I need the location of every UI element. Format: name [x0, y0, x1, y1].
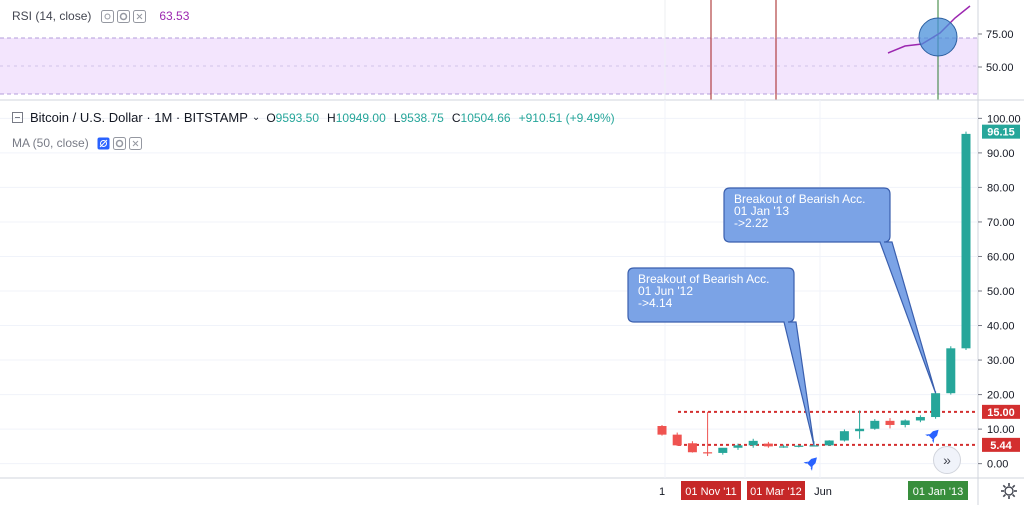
- current-price-label: 96.15: [987, 127, 1015, 139]
- gear-icon[interactable]: [1000, 482, 1018, 500]
- annotation-text: ->2.22: [734, 216, 769, 230]
- horizontal-line-label: 5.44: [990, 440, 1012, 452]
- price-axis-label: 60.00: [987, 251, 1015, 263]
- high-key: H: [327, 110, 336, 125]
- annotation-text: ->4.14: [638, 296, 673, 310]
- candle-body: [687, 443, 697, 453]
- annotation-callout[interactable]: Breakout of Bearish Acc.01 Jun '12->4.14: [627, 267, 815, 446]
- low-value: 9538.75: [400, 110, 444, 125]
- collapse-icon[interactable]: [12, 112, 23, 123]
- candle-body: [672, 434, 682, 446]
- candle-body: [733, 445, 743, 448]
- candle-body: [809, 445, 819, 447]
- price-axis-label: 100.00: [987, 113, 1021, 125]
- price-axis-label: 90.00: [987, 148, 1015, 160]
- main-legend: Bitcoin / U.S. Dollar · 1M · BITSTAMP ⌄ …: [12, 110, 615, 125]
- ma-label: MA (50, close): [12, 136, 89, 150]
- horizontal-lines: 15.00 5.44: [678, 404, 1020, 452]
- rocket-icon: [925, 429, 939, 444]
- rocket-body: [807, 457, 817, 468]
- ma-legend: MA (50, close): [12, 136, 145, 150]
- change-value: +910.51 (+9.49%): [518, 110, 615, 125]
- time-axis-label: 01 Nov '11: [685, 486, 736, 498]
- candle-body: [885, 420, 895, 425]
- settings-icon[interactable]: [112, 136, 126, 150]
- time-axis-label: Jun: [814, 486, 832, 498]
- candle-body: [839, 431, 849, 441]
- price-axis-label: 40.00: [987, 321, 1015, 333]
- settings-icon[interactable]: [117, 9, 131, 23]
- candle-body: [870, 420, 880, 429]
- open-key: O: [266, 110, 276, 125]
- close-icon[interactable]: [128, 136, 142, 150]
- scroll-to-realtime-button[interactable]: »: [933, 446, 961, 474]
- open-value: 9593.50: [275, 110, 320, 125]
- rsi-band: [0, 38, 978, 94]
- candle-body: [961, 133, 971, 349]
- rocket-icon: [803, 457, 817, 471]
- candle-body: [748, 440, 758, 446]
- price-axis-label: 20.00: [987, 390, 1015, 402]
- candle-body: [657, 426, 667, 435]
- hidden-eye-icon[interactable]: [97, 137, 110, 150]
- eye-icon[interactable]: [101, 9, 115, 23]
- price-axis-label: 70.00: [987, 217, 1015, 229]
- ohlc-values: O9593.50 H10949.00 L9538.75 C10504.66: [266, 111, 510, 125]
- chart-stage: 75.00 50.00 0.00 10.00 20.00 30.00 40.00 50.00…: [0, 0, 1024, 505]
- candle-body: [718, 447, 728, 453]
- close-icon[interactable]: [133, 9, 147, 23]
- candle-body: [946, 348, 956, 394]
- rsi-axis-label: 75.00: [986, 29, 1014, 41]
- candle-body: [794, 445, 804, 447]
- main-grid: [0, 100, 978, 478]
- time-axis: 1 01 Nov '11 01 Mar '12 Jun 01 Jan '13: [659, 481, 968, 500]
- rsi-value: 63.53: [159, 9, 190, 23]
- price-axis-label: 10.00: [987, 424, 1015, 436]
- candle-body: [703, 452, 713, 454]
- rsi-legend: RSI (14, close) 63.53: [12, 9, 189, 23]
- candle-body: [931, 393, 941, 418]
- high-value: 10949.00: [335, 110, 386, 125]
- close-key: C: [451, 110, 461, 125]
- double-chevron-right-icon: »: [943, 452, 951, 468]
- rsi-label: RSI (14, close): [12, 9, 92, 23]
- candle-body: [915, 417, 925, 421]
- candle-body: [855, 428, 865, 432]
- candle-body: [763, 443, 773, 447]
- rsi-axis-label: 50.00: [986, 62, 1014, 74]
- price-axis-label: 30.00: [987, 355, 1015, 367]
- price-axis-label: 80.00: [987, 182, 1015, 194]
- chevron-down-icon[interactable]: ⌄: [252, 112, 260, 123]
- candle-body: [900, 420, 910, 425]
- rsi-price-axis: 75.00 50.00: [978, 29, 1014, 74]
- rsi-highlight-circle: [918, 17, 958, 57]
- annotations: Breakout of Bearish Acc.01 Jun '12->4.14…: [627, 187, 937, 446]
- price-axis-label: 0.00: [987, 459, 1008, 471]
- time-axis-label: 1: [659, 486, 665, 498]
- time-axis-label: 01 Jan '13: [913, 486, 963, 498]
- candle-body: [824, 440, 834, 446]
- price-axis-label: 50.00: [987, 286, 1015, 298]
- chart-symbol[interactable]: Bitcoin / U.S. Dollar · 1M · BITSTAMP: [30, 110, 248, 125]
- candle-body: [779, 446, 789, 448]
- close-value: 10504.66: [460, 110, 511, 125]
- horizontal-line-label: 15.00: [987, 407, 1015, 419]
- time-axis-label: 01 Mar '12: [750, 486, 802, 498]
